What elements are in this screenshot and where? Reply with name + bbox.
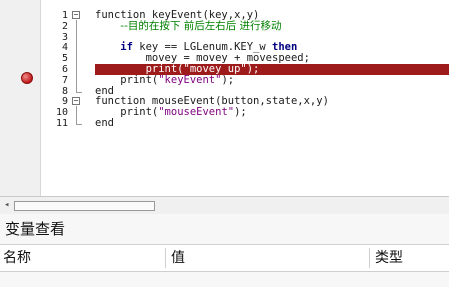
column-header-type[interactable]: 类型	[375, 245, 403, 271]
code-token: );	[234, 106, 247, 119]
variables-panel: 变量查看 名称 值 类型	[0, 214, 449, 287]
string-token: "keyEvent"	[158, 73, 222, 86]
line-number: 7	[61, 74, 68, 86]
line-number: 6	[61, 64, 68, 75]
column-divider[interactable]	[369, 248, 370, 268]
column-header-value[interactable]: 值	[171, 245, 185, 271]
code-line[interactable]: 11 end	[0, 118, 449, 130]
code-line[interactable]: 7 print("keyEvent");	[0, 73, 449, 86]
code-token: end	[95, 117, 114, 129]
code-token: );	[246, 63, 260, 75]
code-token: print(	[120, 73, 159, 86]
code-token: );	[221, 73, 235, 86]
code-text: end	[95, 118, 114, 129]
panel-title: 变量查看	[5, 220, 66, 238]
line-number: 3	[61, 31, 68, 43]
line-number: 4	[61, 42, 68, 54]
code-line[interactable]: 2 --目的在按下 前后左右后 进行移动	[0, 19, 449, 32]
line-number: 2	[61, 20, 68, 32]
variables-table-header: 名称 值 类型	[0, 245, 449, 272]
fold-guide-end	[76, 91, 82, 93]
line-number: 9	[61, 96, 68, 108]
scrollbar-thumb[interactable]	[14, 201, 155, 211]
comment-token: --目的在按下 前后左右后 进行移动	[120, 19, 282, 32]
line-number: 8	[61, 85, 68, 97]
code-token: print(	[120, 106, 159, 119]
column-divider[interactable]	[165, 248, 166, 268]
code-text: print("keyEvent");	[95, 73, 235, 86]
string-token: "mouseEvent"	[158, 106, 235, 119]
fold-toggle-icon[interactable]: −	[72, 11, 80, 19]
code-editor[interactable]: 1− function keyEvent(key,x,y) 2 --目的在按下 前后…	[0, 0, 449, 196]
line-number: 10	[55, 107, 68, 119]
fold-toggle-icon[interactable]: −	[72, 97, 80, 106]
scroll-left-icon[interactable]: ◂	[4, 200, 9, 210]
code-text: print("mouseEvent");	[95, 106, 247, 119]
line-number: 5	[61, 53, 68, 65]
code-line[interactable]: 10 print("mouseEvent");	[0, 106, 449, 119]
fold-guide	[76, 106, 77, 124]
code-text: --目的在按下 前后左右后 进行移动	[95, 19, 282, 32]
horizontal-scrollbar[interactable]: ◂	[0, 196, 449, 214]
fold-guide-end	[76, 124, 82, 125]
column-header-name[interactable]: 名称	[3, 245, 31, 271]
fold-guide	[76, 20, 77, 92]
line-number: 11	[55, 118, 68, 129]
line-number: 1	[61, 10, 68, 21]
